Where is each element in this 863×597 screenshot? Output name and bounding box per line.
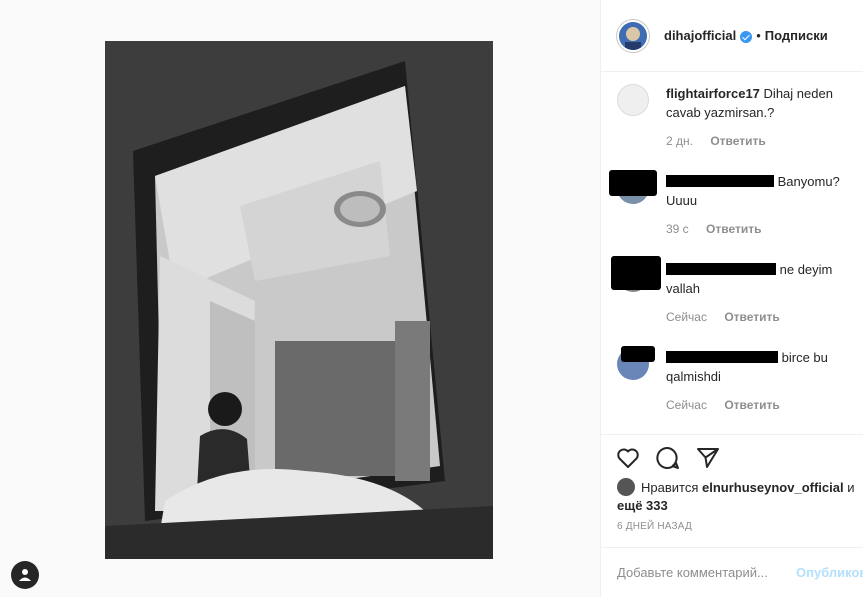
follow-button[interactable]: Подписки bbox=[765, 28, 828, 43]
commenter-username-redacted[interactable] bbox=[666, 263, 776, 275]
comment-icon[interactable] bbox=[655, 445, 681, 471]
likes-suffix: и bbox=[847, 480, 855, 495]
post-media-area bbox=[0, 0, 600, 597]
verified-icon bbox=[740, 30, 753, 43]
publish-button[interactable]: Опубликовать bbox=[796, 565, 863, 580]
add-comment-bar: Опубликовать bbox=[601, 547, 863, 597]
commenter-username-redacted[interactable] bbox=[666, 175, 774, 187]
comment-meta: Сейчас Ответить bbox=[666, 310, 780, 324]
comment-text-block: ne deyim vallah bbox=[666, 260, 856, 298]
reply-button[interactable]: Ответить bbox=[724, 398, 779, 412]
redaction-mark bbox=[621, 346, 655, 362]
likes-more-count[interactable]: ещё 333 bbox=[617, 498, 668, 513]
author-avatar-image bbox=[619, 21, 647, 50]
comment-text-block: birce bu qalmishdi bbox=[666, 348, 856, 386]
account-icon[interactable] bbox=[11, 561, 39, 589]
commenter-username-redacted[interactable] bbox=[666, 351, 778, 363]
liker-avatar[interactable] bbox=[617, 478, 635, 496]
comment-time[interactable]: 39 с bbox=[666, 222, 689, 236]
reply-button[interactable]: Ответить bbox=[724, 310, 779, 324]
comment-meta: 39 с Ответить bbox=[666, 222, 761, 236]
author-avatar[interactable] bbox=[617, 19, 649, 52]
comment-meta: 2 дн. Ответить bbox=[666, 134, 766, 148]
header-separator: • bbox=[756, 28, 761, 43]
redaction-mark bbox=[611, 256, 661, 290]
comment-input[interactable] bbox=[617, 565, 793, 580]
comment-time[interactable]: Сейчас bbox=[666, 310, 707, 324]
liker-username[interactable]: elnurhuseynov_official bbox=[702, 480, 844, 495]
redaction-mark bbox=[609, 170, 657, 196]
post-side-panel: dihajofficial • Подписки flightairforce1… bbox=[600, 0, 863, 597]
reply-button[interactable]: Ответить bbox=[710, 134, 765, 148]
account-glyph bbox=[19, 569, 31, 581]
comment-meta: Сейчас Ответить bbox=[666, 398, 780, 412]
comment-text-block: flightairforce17 Dihaj neden cavab yazmi… bbox=[666, 84, 856, 122]
photo-illustration bbox=[105, 41, 493, 559]
share-icon[interactable] bbox=[695, 445, 721, 471]
comment-text-block: Banyomu? Uuuu bbox=[666, 172, 856, 210]
heart-icon[interactable] bbox=[615, 445, 641, 471]
post-date[interactable]: 6 ДНЕЙ НАЗАД bbox=[617, 521, 692, 532]
commenter-username[interactable]: flightairforce17 bbox=[666, 86, 760, 101]
likes-summary: Нравится elnurhuseynov_official и ещё 33… bbox=[617, 478, 862, 515]
comments-list: flightairforce17 Dihaj neden cavab yazmi… bbox=[601, 73, 863, 433]
reply-button[interactable]: Ответить bbox=[706, 222, 761, 236]
likes-prefix: Нравится bbox=[641, 480, 699, 495]
post-photo[interactable] bbox=[105, 41, 493, 559]
post-header: dihajofficial • Подписки bbox=[601, 0, 863, 72]
comment-time[interactable]: Сейчас bbox=[666, 398, 707, 412]
author-username[interactable]: dihajofficial bbox=[664, 28, 736, 43]
comment-time[interactable]: 2 дн. bbox=[666, 134, 693, 148]
commenter-avatar[interactable] bbox=[617, 84, 649, 116]
post-actions bbox=[601, 434, 863, 482]
